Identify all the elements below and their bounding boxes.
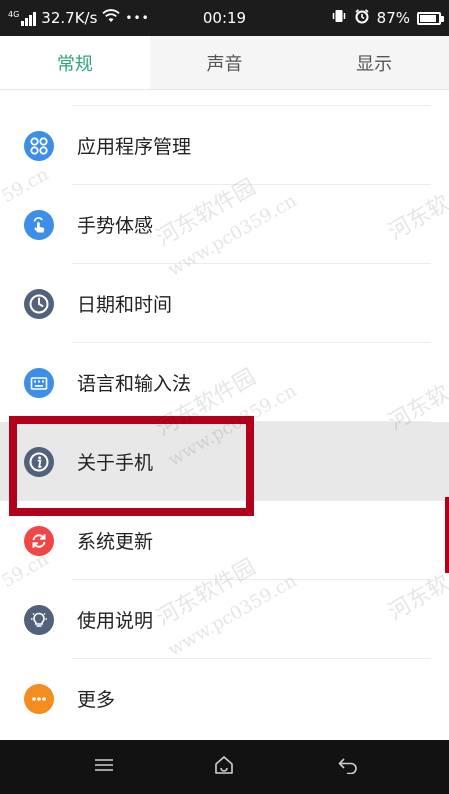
list-item-system-update[interactable]: 系统更新 xyxy=(0,501,449,580)
keyboard-icon xyxy=(24,367,54,398)
clock-time: 00:19 xyxy=(202,9,247,27)
home-button[interactable] xyxy=(194,740,254,794)
more-icon xyxy=(24,683,54,714)
highlight-edge xyxy=(445,497,449,573)
list-item-label: 应用程序管理 xyxy=(77,136,192,158)
list-item-label: 更多 xyxy=(77,689,116,711)
list-item-about-phone[interactable]: 关于手机 xyxy=(0,422,449,501)
tab-general[interactable]: 常规 xyxy=(0,36,150,89)
app-management-icon xyxy=(24,130,54,161)
info-icon xyxy=(24,446,54,477)
status-right: 87% xyxy=(331,0,444,36)
tab-sound[interactable]: 声音 xyxy=(150,36,300,89)
list-item-label: 使用说明 xyxy=(77,610,154,632)
back-button[interactable] xyxy=(318,740,378,794)
navigation-bar xyxy=(0,740,449,794)
battery-percent: 87% xyxy=(376,9,410,27)
wifi-icon xyxy=(102,9,121,27)
lightbulb-icon xyxy=(24,604,54,635)
status-bar: 4G 32.7K/s ••• 00:19 87% xyxy=(0,0,449,36)
network-type: 4G xyxy=(8,9,20,19)
list-item-instructions[interactable]: 使用说明 xyxy=(0,580,449,659)
more-notifications-icon: ••• xyxy=(125,11,150,25)
list-item-label: 语言和输入法 xyxy=(77,373,192,395)
update-icon xyxy=(24,525,54,556)
alarm-icon xyxy=(354,8,370,28)
menu-icon xyxy=(94,757,114,777)
list-item-date-time[interactable]: 日期和时间 xyxy=(0,264,449,343)
gesture-icon xyxy=(24,209,54,240)
list-item-gesture[interactable]: 手势体感 xyxy=(0,185,449,264)
list-item-more[interactable]: 更多 xyxy=(0,659,449,738)
list-item-language-input[interactable]: 语言和输入法 xyxy=(0,343,449,422)
vibrate-icon xyxy=(331,8,347,28)
list-item-label: 关于手机 xyxy=(77,452,154,474)
signal-icon: 4G xyxy=(8,9,37,26)
menu-button[interactable] xyxy=(74,740,134,794)
list-item-label: 手势体感 xyxy=(77,215,154,237)
list-item-label: 日期和时间 xyxy=(77,294,173,316)
home-icon xyxy=(213,754,235,780)
tab-display[interactable]: 显示 xyxy=(299,36,449,89)
status-left: 4G 32.7K/s ••• xyxy=(8,0,150,36)
battery-fill xyxy=(420,14,436,22)
back-icon xyxy=(337,756,359,778)
battery-icon xyxy=(417,11,444,25)
settings-list: 应用程序管理 手势体感 日期和时间 语言和输入法 关于手机 系统更新 使用说明 … xyxy=(0,106,449,738)
settings-tabs: 常规 声音 显示 xyxy=(0,36,449,90)
list-item-label: 系统更新 xyxy=(77,531,154,553)
clock-icon xyxy=(24,288,54,319)
network-speed: 32.7K/s xyxy=(41,9,98,27)
list-item-app-management[interactable]: 应用程序管理 xyxy=(0,106,449,185)
